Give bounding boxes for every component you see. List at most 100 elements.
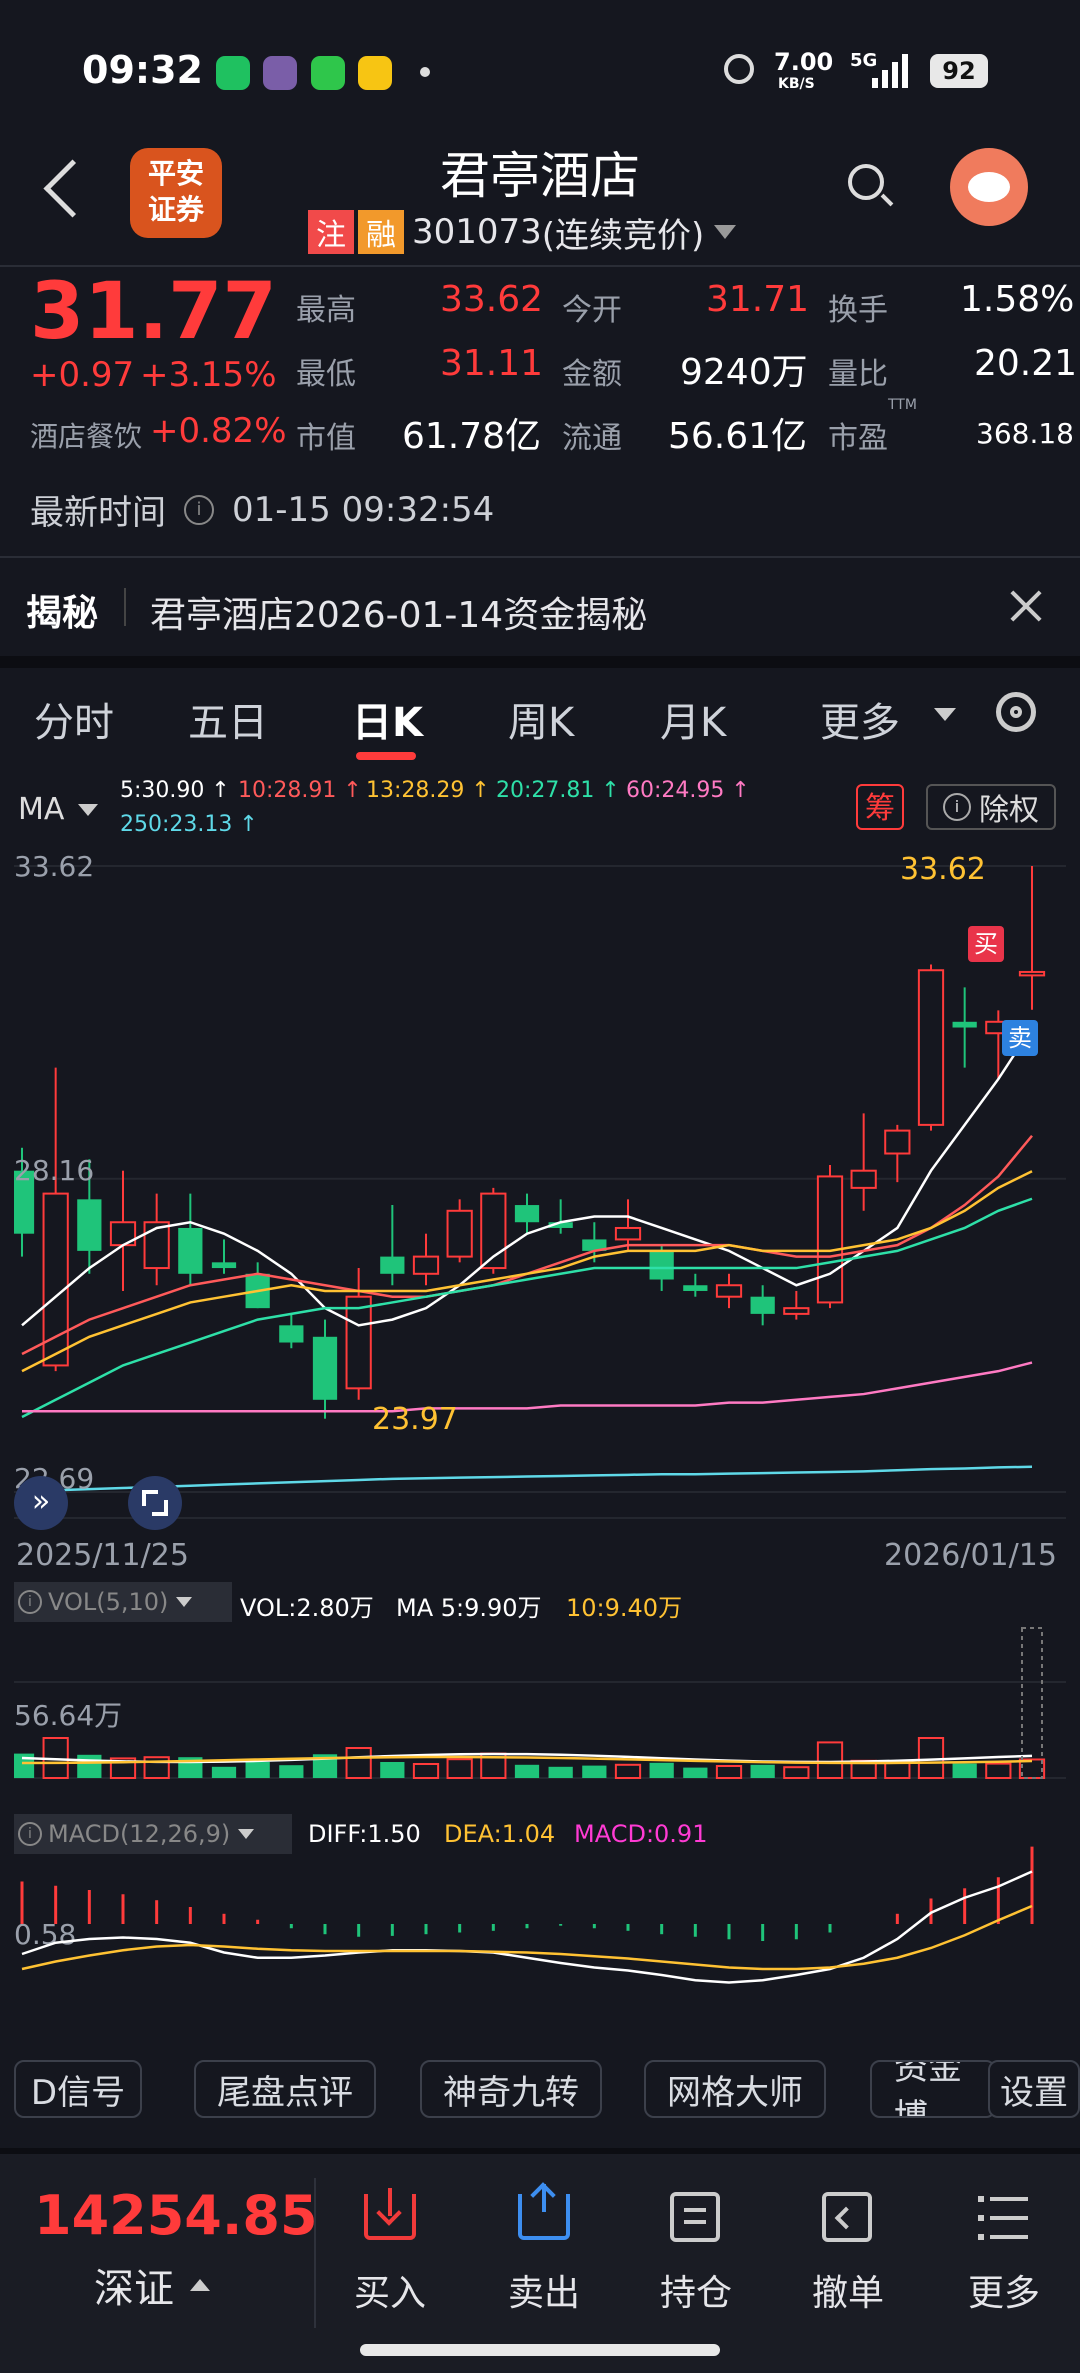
expand-left-icon[interactable]: » <box>14 1476 68 1530</box>
more-nav-icon[interactable] <box>978 2196 1028 2240</box>
tab-daily-k[interactable]: 日K <box>352 690 423 748</box>
current-price: 31.77 <box>30 267 277 357</box>
cancel-nav-icon[interactable] <box>822 2192 872 2242</box>
signal-icon <box>872 52 912 88</box>
sector-change[interactable]: +0.82% <box>150 411 287 451</box>
y-axis-mid: 28.16 <box>14 1154 95 1187</box>
capital-game-button[interactable]: 资金博 <box>870 2060 996 2118</box>
ma-selector[interactable]: MA <box>18 792 64 827</box>
nav-sell[interactable]: 卖出 <box>484 2264 604 2316</box>
sell-tag-label: 卖 <box>1008 1024 1032 1052</box>
volume-bar <box>683 1767 708 1778</box>
tab-weekly-k[interactable]: 周K <box>508 690 574 748</box>
period-tabs: 分时 五日 日K 周K 月K 更多 <box>0 690 1080 770</box>
fullscreen-icon[interactable] <box>128 1476 182 1530</box>
net-speed: 7.00 <box>774 48 834 76</box>
tab-more[interactable]: 更多 <box>820 690 900 748</box>
position-nav-icon[interactable] <box>670 2192 720 2242</box>
settings-button[interactable]: 设置 <box>988 2060 1080 2118</box>
tab-five-day[interactable]: 五日 <box>188 690 268 748</box>
stat-label: 量比 <box>828 357 888 392</box>
chip-button[interactable]: 筹 <box>856 784 904 830</box>
sector-name[interactable]: 酒店餐饮 <box>30 415 142 455</box>
ma-legend-item: 13:28.29 ↑ <box>366 778 490 803</box>
buy-tag[interactable]: 买 <box>968 926 1004 962</box>
stock-code: 301073 <box>412 212 542 252</box>
reveal-banner[interactable]: 揭秘 君亭酒店2026-01-14资金揭秘 <box>0 556 1080 658</box>
candle <box>850 1169 877 1189</box>
sell-tag[interactable]: 卖 <box>1002 1020 1038 1056</box>
volume-bar <box>446 1758 473 1779</box>
stock-subtitle[interactable]: 注 融 301073 (连续竞价) <box>308 210 737 256</box>
volume-bar <box>211 1766 237 1778</box>
search-icon[interactable] <box>848 164 894 210</box>
volume-bar <box>614 1763 642 1780</box>
avatar[interactable] <box>950 148 1028 226</box>
candle <box>783 1307 810 1315</box>
ma-line <box>22 1361 1033 1413</box>
max-price-label: 33.62 <box>900 852 986 887</box>
ma-legend-item: 10:28.91 ↑ <box>238 778 362 803</box>
nav-more[interactable]: 更多 <box>944 2264 1064 2316</box>
status-time: 09:32 <box>82 48 203 92</box>
nav-position[interactable]: 持仓 <box>636 2264 756 2316</box>
stat-value: 368.18 <box>976 417 1074 450</box>
nav-buy[interactable]: 买入 <box>330 2264 450 2316</box>
home-indicator <box>360 2344 720 2356</box>
candle <box>816 1175 844 1304</box>
closing-review-button[interactable]: 尾盘点评 <box>194 2060 376 2118</box>
volume-svg <box>14 1627 1066 1780</box>
info-icon[interactable]: i <box>184 494 214 525</box>
d-signal-button[interactable]: D信号 <box>14 2060 142 2118</box>
chevron-down-icon <box>934 708 956 721</box>
exright-button[interactable]: i 除权 <box>926 784 1056 830</box>
tab-monthly-k[interactable]: 月K <box>660 690 726 748</box>
ma-legend-item: 5:30.90 ↑ <box>120 778 230 803</box>
settings-gear-icon[interactable] <box>996 692 1036 732</box>
net-unit: KB/S <box>778 76 815 92</box>
volume-bar <box>548 1766 573 1778</box>
stat-value: 20.21 <box>974 343 1078 384</box>
capital-game-label: 资金博 <box>894 2060 962 2118</box>
stat-label: 换手 <box>828 293 888 328</box>
wechat-icon <box>216 56 250 90</box>
min-price-label: 23.97 <box>372 1402 458 1437</box>
index-name[interactable]: 深证 <box>94 2256 210 2314</box>
volume-bar <box>514 1764 540 1778</box>
app-icon <box>263 56 297 90</box>
stat-value: 31.11 <box>440 343 544 384</box>
index-value[interactable]: 14254.85 <box>34 2184 318 2247</box>
volume-bar <box>952 1763 977 1778</box>
stat-label: 最低 <box>296 357 356 392</box>
latest-time-row: 最新时间 i 01-15 09:32:54 <box>30 485 494 534</box>
ma-legend: MA 5:30.90 ↑ 10:28.91 ↑ 13:28.29 ↑ 20:27… <box>0 772 1080 852</box>
macd-panel[interactable]: i MACD(12,26,9) DIFF:1.50 DEA:1.04 MACD:… <box>14 1814 1066 2044</box>
volume-bar <box>380 1762 405 1778</box>
header: 平安 证券 君亭酒店 注 融 301073 (连续竞价) <box>0 140 1080 265</box>
stat-value: 33.62 <box>440 279 544 320</box>
kline-chart[interactable]: 33.62 28.16 22.69 33.62 23.97 买 卖 » <box>14 850 1066 1532</box>
stat-label: 金额 <box>562 357 622 392</box>
stat-value: 56.61亿 <box>668 416 808 457</box>
candle <box>446 1209 473 1258</box>
candle <box>279 1325 304 1343</box>
quote-panel: 31.77 +0.97 +3.15% 酒店餐饮 +0.82% 最高 33.62 … <box>0 265 1080 557</box>
sell-nav-icon[interactable] <box>518 2182 570 2240</box>
grid-master-button[interactable]: 网格大师 <box>644 2060 826 2118</box>
stock-title: 君亭酒店 <box>440 147 640 205</box>
stat-value: 61.78亿 <box>402 416 542 457</box>
candle <box>917 969 945 1126</box>
banner-text: 君亭酒店2026-01-14资金揭秘 <box>150 595 648 636</box>
tab-intraday[interactable]: 分时 <box>34 690 114 748</box>
magic-nine-button[interactable]: 神奇九转 <box>420 2060 602 2118</box>
volume-bar <box>279 1765 304 1778</box>
volume-panel[interactable]: i VOL(5,10) VOL:2.80万 MA 5:9.90万 10:9.40… <box>14 1582 1066 1812</box>
stat-label: 今开 <box>562 293 622 328</box>
message-icon <box>311 56 345 90</box>
nav-cancel[interactable]: 撤单 <box>788 2264 908 2316</box>
buy-nav-icon[interactable] <box>364 2188 416 2240</box>
trade-status: (连续竞价) <box>541 215 705 256</box>
close-icon[interactable] <box>1006 586 1046 626</box>
battery-icon: 92 <box>930 54 988 88</box>
ma-legend-item: 250:23.13 ↑ <box>120 812 258 837</box>
